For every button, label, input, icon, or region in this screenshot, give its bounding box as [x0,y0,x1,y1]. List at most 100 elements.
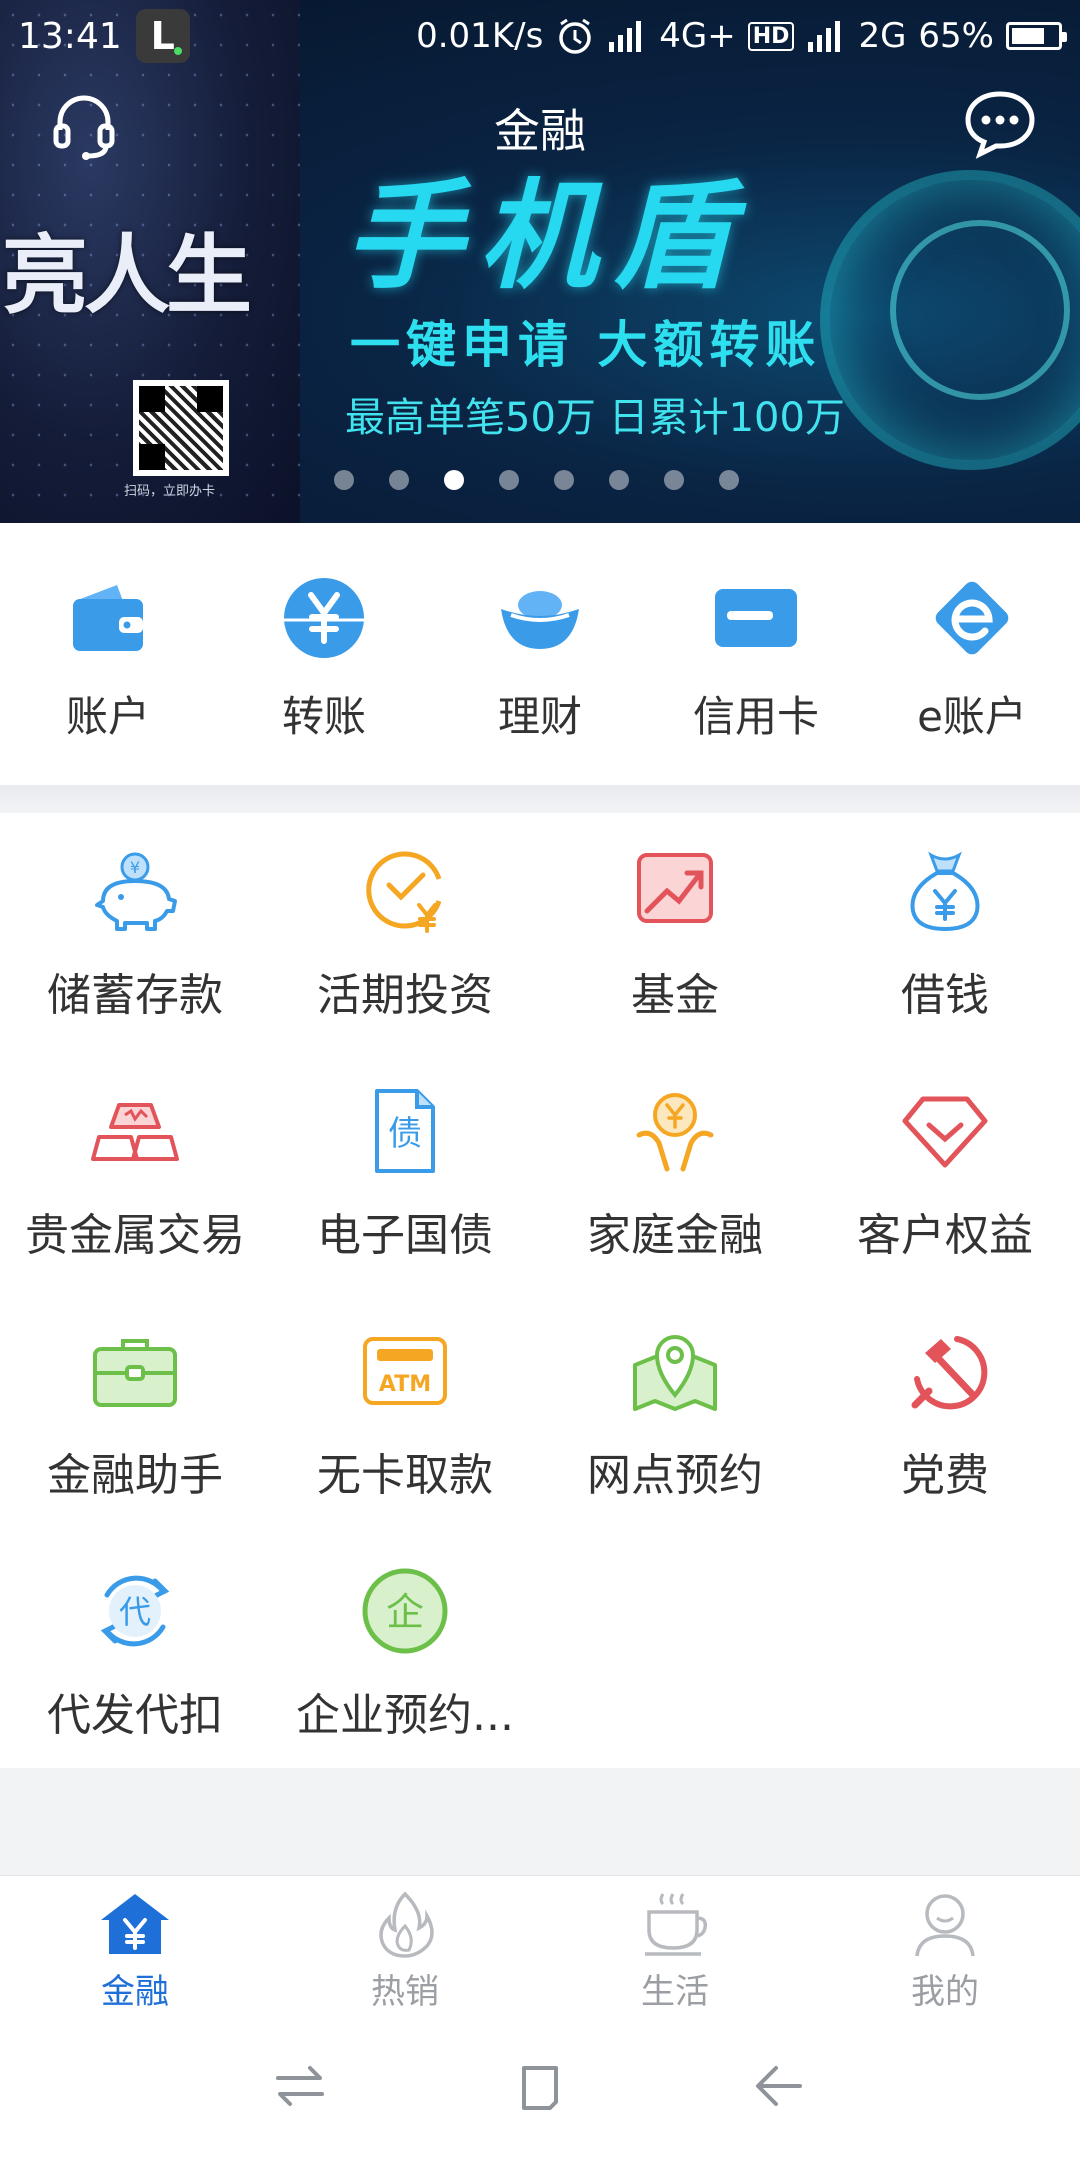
quick-entry-wealth[interactable]: 理财 [440,575,640,785]
alarm-icon [559,18,592,54]
service-label: 贵金属交易 [25,1210,245,1261]
section-divider [0,785,1080,813]
banner-dot[interactable] [609,470,629,490]
app-notification-icon: L [135,9,190,63]
tab-label: 金融 [101,1972,169,2012]
message-button[interactable] [962,88,1038,160]
hammer-sickle-icon [911,1336,988,1410]
quick-entry-label: 信用卡 [692,692,819,741]
gold-ingot-icon [501,591,579,649]
battery-percent: 65% [918,16,994,56]
service-label: 活期投资 [317,970,493,1021]
network-type-2: 2G [858,16,907,56]
banner-slogan: 亮人生 [2,225,252,326]
banner-dot[interactable] [664,470,684,490]
hd-badge: HD [747,21,795,51]
quick-entry-credit-card[interactable]: 信用卡 [656,575,856,785]
service-family-finance[interactable]: 家庭金融 [540,1085,810,1263]
service-precious-metals[interactable]: 贵金属交易 [0,1085,270,1263]
svg-text:代: 代 [119,1593,151,1631]
service-label: 借钱 [901,970,989,1021]
tab-label: 我的 [911,1972,979,2012]
service-customer-benefits[interactable]: 客户权益 [810,1085,1080,1263]
service-cardless-withdrawal[interactable]: ATM 无卡取款 [270,1325,540,1503]
banner-dot[interactable] [719,470,739,490]
service-demand-investment[interactable]: 活期投资 [270,845,540,1023]
service-borrow[interactable]: 借钱 [810,845,1080,1023]
tab-mine[interactable]: 我的 [810,1876,1080,2012]
enterprise-icon: 企 [362,1568,448,1654]
service-label: 党费 [901,1450,989,1501]
service-grid: ¥ 储蓄存款 活期投资 基金 借钱 贵金属交易 债 电子国债 家庭金融 客户权益… [0,813,1080,1768]
banner-pagination [334,470,739,490]
switch-apps-icon[interactable] [270,2056,330,2116]
service-label: 客户权益 [857,1210,1033,1261]
service-fund[interactable]: 基金 [540,845,810,1023]
yuan-transfer-icon [284,578,364,658]
page-title: 金融 [494,104,586,158]
quick-entry-label: 账户 [65,692,150,741]
qr-code [133,380,229,476]
banner-dot-active[interactable] [444,470,464,490]
clock-yuan-icon [366,851,442,933]
service-e-bonds[interactable]: 债 电子国债 [270,1085,540,1263]
signal-icon [609,21,642,52]
credit-card-icon [715,589,797,647]
svg-text:¥: ¥ [130,858,140,877]
banner-dot[interactable] [554,470,574,490]
customer-service-button[interactable] [48,90,120,162]
system-navigation-bar [0,2011,1080,2160]
service-label: 代发代扣 [47,1690,223,1741]
service-label: 无卡取款 [317,1450,493,1501]
quick-entry-label: e账户 [917,692,1027,741]
quick-entry-e-account[interactable]: e账户 [872,575,1072,785]
banner-title: 手机盾 [345,167,748,305]
status-bar: 13:41 L 0.01K/s 4G+ HD 2G 65% [0,0,1080,72]
quick-entry-label: 理财 [497,692,582,741]
banner-glow-ring-inner [890,220,1070,400]
service-savings[interactable]: ¥ 储蓄存款 [0,845,270,1023]
bond-document-icon: 债 [375,1089,435,1173]
net-speed: 0.01K/s [416,16,544,56]
promo-banner[interactable]: 亮人生 扫码，立即办卡 手机盾 一键申请 大额转账 最高单笔50万 日累计100… [0,0,1080,523]
service-finance-assistant[interactable]: 金融助手 [0,1325,270,1503]
tab-finance[interactable]: 金融 [0,1876,270,2012]
banner-dot[interactable] [334,470,354,490]
quick-entry-transfer[interactable]: 转账 [224,575,424,785]
service-label: 企业预约... [296,1690,514,1741]
signal-icon-2 [808,21,841,52]
home-yuan-icon [101,1894,169,1954]
tab-life[interactable]: 生活 [540,1876,810,2012]
service-label: 网点预约 [587,1450,763,1501]
quick-entry-account[interactable]: 账户 [8,575,208,785]
home-square-icon[interactable] [510,2056,570,2116]
map-pin-icon [633,1335,717,1411]
diamond-icon [902,1096,988,1168]
service-branch-appointment[interactable]: 网点预约 [540,1325,810,1503]
service-enterprise-appointment[interactable]: 企 企业预约... [270,1565,540,1743]
banner-dot[interactable] [499,470,519,490]
back-arrow-icon[interactable] [750,2056,810,2116]
qr-caption: 扫码，立即办卡 [124,484,216,499]
svg-text:企: 企 [386,1590,424,1634]
service-label: 家庭金融 [587,1210,763,1261]
briefcase-icon [93,1339,177,1407]
network-type-1: 4G+ [659,16,736,56]
dai-cycle-icon: 代 [100,1575,170,1647]
flame-icon [379,1891,434,1958]
service-party-fee[interactable]: 党费 [810,1325,1080,1503]
e-account-icon [935,581,1009,655]
tab-hot-sales[interactable]: 热销 [270,1876,540,2012]
money-bag-icon [910,851,980,932]
banner-dot[interactable] [389,470,409,490]
service-payroll-deduction[interactable]: 代 代发代扣 [0,1565,270,1743]
atm-icon: ATM [363,1337,447,1405]
gold-bars-icon [91,1103,179,1161]
quick-entry-label: 转账 [281,692,366,741]
piggy-bank-icon: ¥ [95,852,177,931]
service-label: 储蓄存款 [47,970,223,1021]
tab-label: 生活 [641,1972,709,2012]
banner-limits: 最高单笔50万 日累计100万 [345,395,845,441]
tab-label: 热销 [371,1972,439,2012]
svg-text:ATM: ATM [379,1372,431,1397]
